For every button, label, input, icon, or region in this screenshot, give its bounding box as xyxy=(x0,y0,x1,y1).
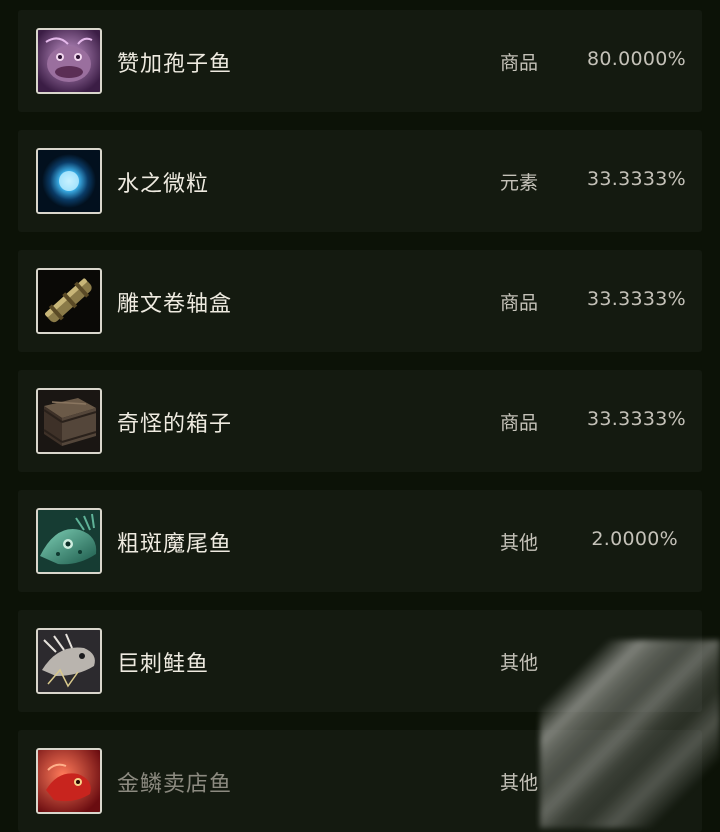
goldscale-fish-icon xyxy=(36,748,102,814)
list-item[interactable]: 粗斑魔尾鱼 其他 2.0000% xyxy=(18,490,702,592)
item-name: 奇怪的箱子 xyxy=(117,412,233,437)
drop-rate: 2.0000% xyxy=(591,528,678,550)
list-item[interactable]: 水之微粒 元素 33.3333% xyxy=(18,130,702,232)
list-item[interactable]: 奇怪的箱子 商品 33.3333% xyxy=(18,370,702,472)
drop-rate: 33.3333% xyxy=(586,408,686,430)
list-item[interactable]: 金鳞卖店鱼 其他 xyxy=(18,730,702,832)
item-type: 其他 xyxy=(500,652,539,674)
item-type: 元素 xyxy=(500,172,539,194)
list-item[interactable]: 赞加孢子鱼 商品 80.0000% xyxy=(18,10,702,112)
item-name: 水之微粒 xyxy=(117,172,210,197)
drop-rate: 33.3333% xyxy=(586,168,686,190)
spore-fish-icon xyxy=(36,28,102,94)
drop-rate: 33.3333% xyxy=(586,288,686,310)
drop-rate: 80.0000% xyxy=(586,48,686,70)
item-name: 赞加孢子鱼 xyxy=(117,52,233,77)
item-type: 商品 xyxy=(500,292,539,314)
list-item[interactable]: 雕文卷轴盒 商品 33.3333% xyxy=(18,250,702,352)
item-type: 其他 xyxy=(500,772,539,794)
item-name: 巨刺鲑鱼 xyxy=(117,652,210,677)
list-item[interactable]: 巨刺鲑鱼 其他 xyxy=(18,610,702,712)
item-type: 商品 xyxy=(500,52,539,74)
item-name: 粗斑魔尾鱼 xyxy=(117,532,233,557)
scroll-case-icon xyxy=(36,268,102,334)
item-type: 其他 xyxy=(500,532,539,554)
item-name: 金鳞卖店鱼 xyxy=(117,772,233,797)
item-type: 商品 xyxy=(500,412,539,434)
wooden-crate-icon xyxy=(36,388,102,454)
item-name: 雕文卷轴盒 xyxy=(117,292,233,317)
spotted-fish-icon xyxy=(36,508,102,574)
spiny-salmon-icon xyxy=(36,628,102,694)
loot-list: 赞加孢子鱼 商品 80.0000% 水之微粒 元素 33.3333% 雕文卷轴盒… xyxy=(0,0,720,832)
water-mote-icon xyxy=(36,148,102,214)
